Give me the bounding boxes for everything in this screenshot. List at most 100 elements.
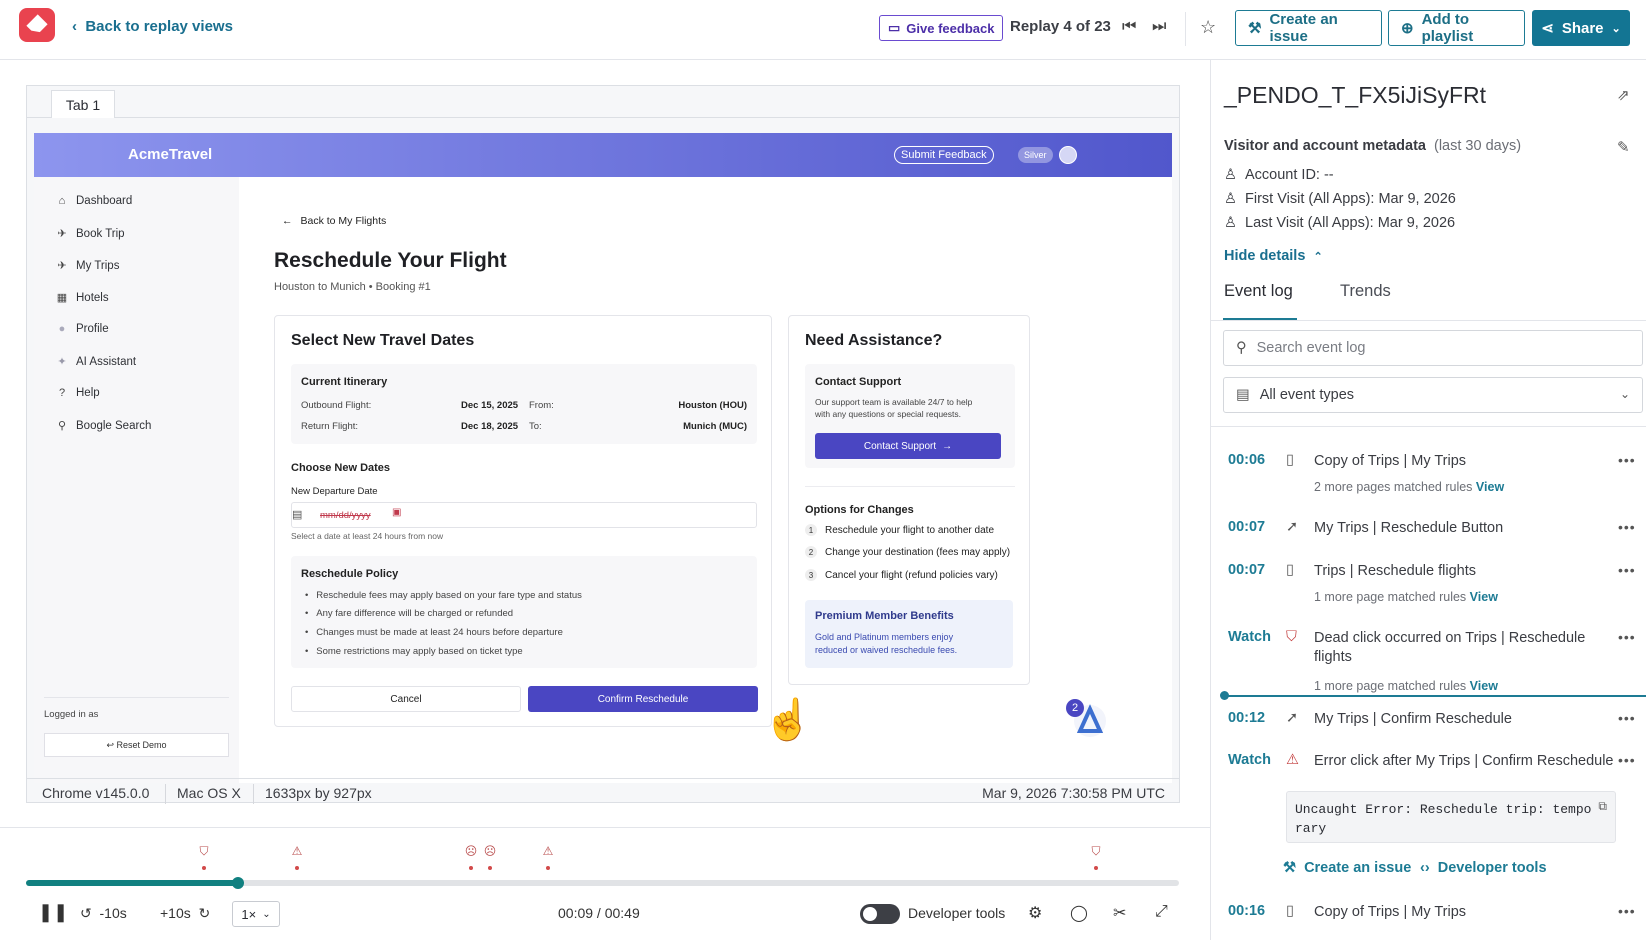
option-item: 1 Reschedule your flight to another date [805, 524, 994, 536]
pointer-icon: ➚ [1286, 710, 1299, 726]
star-icon[interactable]: ☆ [1200, 17, 1216, 38]
progress-fill [26, 880, 239, 886]
event-type-select[interactable]: ▤ All event types ⌄ [1223, 377, 1643, 413]
cursor-hand-icon: ☝ [763, 698, 813, 742]
pendo-logo[interactable] [19, 8, 55, 42]
gear-icon[interactable]: ⚙ [1028, 903, 1042, 923]
error-marker-icon[interactable]: ⚠ [289, 844, 305, 858]
more-options-icon[interactable]: ••• [1618, 903, 1636, 919]
select-dates-card: Select New Travel Dates Current Itinerar… [274, 315, 772, 727]
replay-viewport: Tab 1 AcmeTravel Submit Feedback Silver … [26, 85, 1180, 804]
scissors-icon[interactable]: ✂ [1113, 903, 1126, 923]
sidebar-item-ai-assistant[interactable]: ✦ AI Assistant [56, 355, 136, 369]
sidebar-item-help[interactable]: ? Help [56, 387, 100, 399]
to-label: To: [529, 421, 542, 432]
more-options-icon[interactable]: ••• [1618, 752, 1636, 768]
reset-demo-button[interactable]: ↩ Reset Demo [44, 733, 229, 757]
assistant-widget[interactable]: 2 [1066, 699, 1110, 739]
previous-replay-icon[interactable]: ⏮ [1122, 18, 1136, 36]
edit-icon[interactable]: ✎ [1617, 138, 1630, 156]
next-replay-icon[interactable]: ⏭ [1152, 18, 1166, 36]
chevron-left-icon: ‹ [72, 18, 77, 35]
marker-dot [488, 866, 492, 870]
code-icon: ‹› [1420, 860, 1430, 876]
sidebar-item-dashboard[interactable]: ⌂ Dashboard [56, 195, 133, 207]
more-options-icon[interactable]: ••• [1618, 452, 1636, 468]
playback-speed-select[interactable]: 1× ⌄ [232, 901, 280, 927]
copy-icon[interactable]: ⧉ [1598, 798, 1607, 817]
premium-benefits: Premium Member Benefits Gold and Platinu… [805, 600, 1013, 668]
dead-click-icon: ⛉ [1286, 629, 1297, 645]
marker-dot [469, 866, 473, 870]
sidebar-item-book-trip[interactable]: ✈ Book Trip [56, 227, 124, 241]
date-picker-icon[interactable]: ▣ [392, 507, 401, 518]
create-issue-link[interactable]: ⚒ Create an issue [1283, 860, 1411, 876]
give-feedback-button[interactable]: ▭ Give feedback [879, 15, 1004, 41]
developer-tools-link[interactable]: ‹› Developer tools [1420, 860, 1547, 876]
browser-info: Chrome v145.0.0 [42, 785, 150, 801]
dead-click-marker-icon[interactable]: ⛉ [1088, 844, 1104, 859]
external-link-icon[interactable]: ⇗ [1617, 86, 1630, 104]
rage-click-marker-icon[interactable]: ☹ [482, 844, 498, 858]
arrow-right-icon: → [942, 440, 953, 452]
itinerary-title: Current Itinerary [301, 376, 388, 388]
forward-10-button[interactable]: +10s ↻ [160, 905, 210, 922]
developer-tools-toggle[interactable] [860, 904, 900, 924]
contact-title: Contact Support [815, 376, 902, 388]
page-icon: ▯ [1286, 903, 1294, 919]
pause-icon[interactable]: ❚❚ [38, 902, 68, 923]
arrow-left-icon: ← [282, 215, 293, 227]
contact-support-button[interactable]: Contact Support → [815, 433, 1001, 459]
comment-icon: ▭ [888, 20, 901, 35]
add-to-playlist-button[interactable]: ⊕ Add to playlist [1388, 10, 1525, 46]
marker-dot [202, 866, 206, 870]
hide-details-link[interactable]: Hide details ⌃ [1224, 248, 1323, 264]
sidebar-item-boogle-search[interactable]: ⚲ Boogle Search [56, 419, 151, 433]
divider [165, 784, 166, 804]
tab-trends[interactable]: Trends [1340, 282, 1391, 301]
cancel-button[interactable]: Cancel [291, 686, 521, 712]
date-placeholder: mm/dd/yyyy [320, 510, 371, 521]
metadata-heading: Visitor and account metadata (last 30 day… [1224, 138, 1522, 154]
tab-1[interactable]: Tab 1 [51, 90, 115, 118]
option-item: 2 Change your destination (fees may apply… [805, 546, 1010, 558]
marker-dot [295, 866, 299, 870]
sidebar-item-profile[interactable]: ● Profile [56, 323, 109, 335]
playback-time: 00:09 / 00:49 [558, 905, 640, 921]
wand-icon: ⚒ [1283, 860, 1296, 876]
app-content: ← Back to My Flights Reschedule Your Flig… [274, 177, 1154, 783]
sidebar-item-hotels[interactable]: ▦ Hotels [56, 291, 109, 305]
share-button[interactable]: ⋖ Share ⌄ [1532, 10, 1630, 46]
rage-click-marker-icon[interactable]: ☹ [463, 844, 479, 858]
card-title: Select New Travel Dates [291, 332, 475, 349]
event-search-input[interactable]: ⚲ Search event log [1223, 330, 1643, 366]
tab-event-log[interactable]: Event log [1224, 282, 1293, 301]
user-icon: ♙ [1224, 191, 1237, 207]
dead-click-marker-icon[interactable]: ⛉ [196, 844, 212, 859]
more-options-icon[interactable]: ••• [1618, 519, 1636, 535]
expand-icon[interactable]: ⤢ [1155, 903, 1168, 921]
more-options-icon[interactable]: ••• [1618, 629, 1636, 645]
user-avatar[interactable] [1059, 146, 1077, 164]
warning-icon: ⚠ [1286, 752, 1299, 768]
back-to-replay-views[interactable]: ‹ Back to replay views [72, 18, 233, 35]
error-marker-icon[interactable]: ⚠ [540, 844, 556, 858]
confirm-reschedule-button[interactable]: Confirm Reschedule [528, 686, 758, 712]
user-icon: ♙ [1224, 167, 1237, 183]
account-id: ♙ Account ID: -- [1224, 167, 1334, 183]
chevron-down-icon: ⌄ [1611, 22, 1621, 35]
to-value: Munich (MUC) [683, 421, 747, 432]
create-issue-button[interactable]: ⚒ Create an issue [1235, 10, 1382, 46]
departure-date-input[interactable]: ▤ mm/dd/yyyy ▣ [291, 502, 757, 528]
sidebar-item-my-trips[interactable]: ✈ My Trips [56, 259, 119, 273]
more-options-icon[interactable]: ••• [1618, 710, 1636, 726]
logged-in-label: Logged in as [44, 709, 99, 720]
rewind-10-button[interactable]: ↺ -10s [80, 905, 127, 922]
submit-feedback-button[interactable]: Submit Feedback [894, 146, 994, 164]
comment-icon[interactable]: ◯ [1070, 903, 1088, 923]
last-visit: ♙ Last Visit (All Apps): Mar 9, 2026 [1224, 215, 1456, 231]
more-options-icon[interactable]: ••• [1618, 562, 1636, 578]
contact-text: with any questions or special requests. [815, 409, 961, 419]
options-title: Options for Changes [805, 504, 914, 516]
back-to-flights-link[interactable]: ← Back to My Flights [282, 215, 386, 227]
